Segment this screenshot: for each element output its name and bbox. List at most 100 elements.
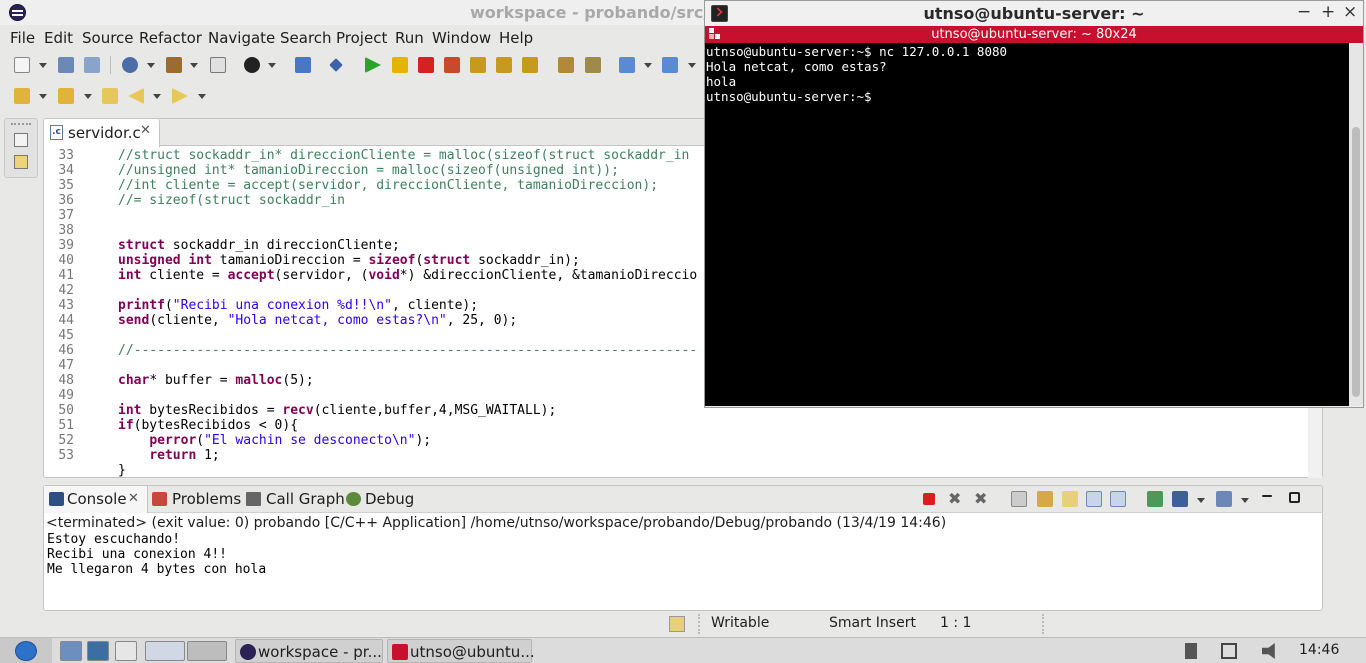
menu-help[interactable]: Help — [499, 29, 533, 47]
suspend-icon[interactable] — [392, 57, 408, 73]
restore-icon[interactable] — [14, 133, 28, 147]
menu-project[interactable]: Project — [336, 29, 387, 47]
code-line[interactable]: 35 //int cliente = accept(servidor, direc… — [44, 178, 658, 193]
next-annotation-icon[interactable] — [14, 88, 30, 104]
drop-to-frame-icon[interactable] — [585, 57, 601, 73]
terminal-tab-title[interactable]: utnso@ubuntu-server: ~ 80x24 — [705, 26, 1363, 43]
terminal-scrollbar[interactable] — [1349, 43, 1363, 406]
project-explorer-icon[interactable] — [14, 155, 28, 169]
code-line[interactable]: 43 printf("Recibi una conexion %d!!\n", c… — [44, 298, 478, 313]
minimize-button[interactable]: − — [1297, 2, 1311, 22]
menu-file[interactable]: File — [10, 29, 35, 47]
remove-all-launches-icon[interactable]: ✖ — [974, 491, 990, 507]
code-line[interactable]: 41 int cliente = accept(servidor, (void*)… — [44, 268, 697, 283]
tab-debug[interactable]: Debug — [365, 490, 414, 508]
network-icon[interactable] — [87, 641, 109, 661]
close-tab-icon[interactable]: ✕ — [140, 123, 151, 138]
tab-servidor-c[interactable]: .c servidor.c ✕ — [44, 119, 160, 147]
code-line[interactable]: 52 perror("El wachin se desconecto\n"); — [44, 433, 431, 448]
console-output[interactable]: Estoy escuchando! Recibi una conexion 4!… — [44, 532, 1322, 610]
terminal-title-bar[interactable]: utnso@ubuntu-server: ~ − + × — [705, 1, 1363, 26]
open-console-dropdown-icon[interactable] — [1241, 498, 1249, 503]
word-wrap-icon[interactable] — [1062, 491, 1078, 507]
new-file-dropdown-icon[interactable] — [688, 63, 696, 68]
show-desktop-icon[interactable] — [115, 641, 137, 661]
step-over-icon[interactable] — [496, 57, 512, 73]
remove-launch-icon[interactable]: ✖ — [948, 491, 964, 507]
menu-refactor[interactable]: Refactor — [139, 29, 202, 47]
display-console-icon[interactable] — [1172, 491, 1188, 507]
tab-problems[interactable]: Problems — [172, 490, 241, 508]
build-hammer-icon[interactable] — [166, 57, 182, 73]
code-line[interactable]: 37 — [44, 208, 74, 223]
maximize-view-icon[interactable] — [1289, 492, 1300, 503]
build-all-icon[interactable] — [210, 57, 226, 73]
terminal-screen[interactable]: utnso@ubuntu-server:~$ nc 127.0.0.1 8080… — [705, 43, 1349, 406]
code-line[interactable]: 44 send(cliente, "Hola netcat, como estas… — [44, 313, 517, 328]
step-into-icon[interactable] — [470, 57, 486, 73]
menu-navigate[interactable]: Navigate — [208, 29, 275, 47]
back-dropdown-icon[interactable] — [153, 94, 161, 99]
back-icon[interactable] — [128, 88, 144, 104]
code-line[interactable]: 34 //unsigned int* tamanioDireccion = mal… — [44, 163, 619, 178]
terminal-scrollbar-thumb[interactable] — [1352, 127, 1360, 397]
code-line[interactable]: 36 //= sizeof(struct sockaddr_in — [44, 193, 345, 208]
trim-grip[interactable] — [11, 123, 31, 125]
disconnect-icon[interactable] — [444, 57, 460, 73]
forward-icon[interactable] — [172, 88, 188, 104]
volume-icon[interactable] — [1262, 643, 1275, 659]
close-console-icon[interactable]: ✕ — [128, 491, 139, 506]
battery-icon[interactable] — [1185, 643, 1197, 659]
save-all-icon[interactable] — [84, 57, 100, 73]
tab-console[interactable]: Console ✕ — [44, 486, 148, 513]
new-dropdown-icon[interactable] — [39, 63, 47, 68]
terminate-icon[interactable] — [923, 493, 935, 505]
menu-window[interactable]: Window — [432, 29, 491, 47]
pin-console-icon[interactable] — [1147, 491, 1163, 507]
minimize-view-icon[interactable] — [1262, 495, 1272, 497]
code-line[interactable]: 45 — [44, 328, 74, 343]
show-on-error-icon[interactable] — [1110, 491, 1126, 507]
code-line[interactable]: 33 //struct sockaddr_in* direccionCliente… — [44, 148, 689, 163]
clock[interactable]: 14:46 — [1299, 642, 1339, 658]
code-line[interactable]: 39 struct sockaddr_in direccionCliente; — [44, 238, 399, 253]
show-on-output-icon[interactable] — [1086, 491, 1102, 507]
code-line[interactable]: 48 char* buffer = malloc(5); — [44, 373, 313, 388]
new-file-icon[interactable] — [662, 57, 678, 73]
menu-run[interactable]: Run — [395, 29, 424, 47]
previous-annotation-icon[interactable] — [58, 88, 74, 104]
next-annotation-dropdown-icon[interactable] — [39, 94, 47, 99]
code-line[interactable]: 49 — [44, 388, 74, 403]
code-line[interactable]: } — [44, 463, 126, 478]
display-console-dropdown-icon[interactable] — [1197, 498, 1205, 503]
workspace-2-icon[interactable] — [187, 641, 227, 661]
build-dropdown-icon[interactable] — [190, 63, 198, 68]
code-line[interactable]: 47 — [44, 358, 74, 373]
build-config-icon[interactable] — [122, 57, 138, 73]
close-button[interactable]: × — [1343, 2, 1357, 22]
file-manager-icon[interactable] — [60, 641, 82, 661]
forward-dropdown-icon[interactable] — [198, 94, 206, 99]
maximize-button[interactable]: + — [1321, 2, 1335, 22]
start-menu-button[interactable] — [0, 638, 52, 663]
debug-config-dropdown-icon[interactable] — [268, 63, 276, 68]
task-terminal[interactable]: utnso@ubuntu... — [387, 639, 535, 663]
network-tray-icon[interactable] — [1221, 643, 1237, 659]
new-project-icon[interactable] — [619, 57, 635, 73]
step-return-icon[interactable] — [522, 57, 538, 73]
debug-config-icon[interactable] — [244, 57, 260, 73]
scroll-lock-icon[interactable] — [1037, 491, 1053, 507]
tab-call-graph[interactable]: Call Graph — [266, 490, 345, 508]
code-line[interactable]: 50 int bytesRecibidos = recv(cliente,buff… — [44, 403, 556, 418]
code-line[interactable]: 42 — [44, 283, 74, 298]
code-line[interactable]: 53 return 1; — [44, 448, 219, 463]
code-line[interactable]: 46 //------------------------------------… — [44, 343, 697, 358]
code-line[interactable]: 40 unsigned int tamanioDireccion = sizeof… — [44, 253, 579, 268]
clear-console-icon[interactable] — [1011, 491, 1027, 507]
terminal-view-icon[interactable] — [295, 57, 311, 73]
menu-source[interactable]: Source — [82, 29, 134, 47]
skip-breakpoints-icon[interactable] — [329, 58, 343, 72]
resume-icon[interactable] — [365, 57, 381, 73]
new-project-dropdown-icon[interactable] — [644, 63, 652, 68]
code-line[interactable]: 51 if(bytesRecibidos < 0){ — [44, 418, 298, 433]
